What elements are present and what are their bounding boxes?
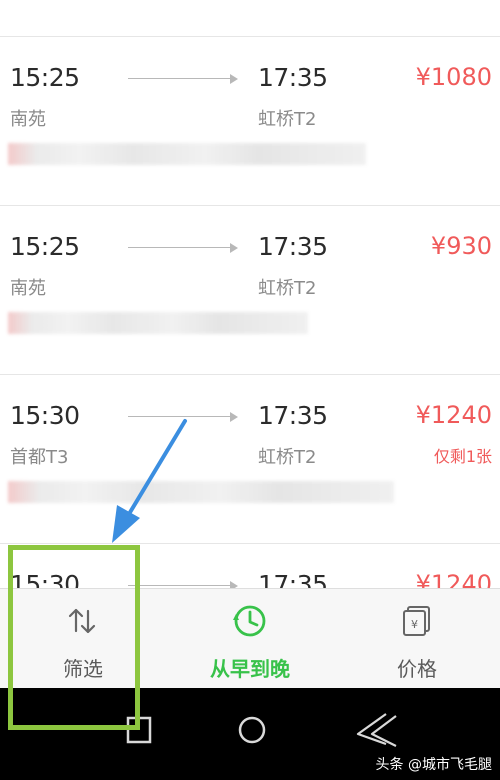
pointer-arrow [112, 419, 187, 543]
remaining-seats: 仅剩1张 [433, 447, 492, 466]
flight-list-screen: 15:25 17:35 ¥1080 南苑 虹桥T2 15:25 17:35 ¥9… [0, 0, 500, 780]
tab-price-label: 价格 [397, 657, 437, 681]
flight-card[interactable]: 15:25 17:35 ¥930 南苑 虹桥T2 [0, 206, 500, 375]
blurred-flight-info [8, 481, 394, 503]
flight-price: ¥1240 [415, 401, 492, 429]
arrive-time: 17:35 [258, 63, 328, 92]
arrive-time: 17:35 [258, 401, 328, 430]
yen-cards-icon: ¥ [403, 606, 430, 636]
depart-airport: 首都T3 [10, 447, 69, 468]
blurred-flight-info [8, 312, 308, 334]
tab-price[interactable]: ¥ 价格 [334, 589, 500, 689]
tab-sort-time[interactable]: 从早到晚 [167, 589, 333, 689]
depart-time: 15:30 [10, 401, 80, 430]
arrive-airport: 虹桥T2 [258, 278, 317, 299]
depart-airport: 南苑 [10, 109, 46, 130]
flight-price: ¥1080 [415, 63, 492, 91]
arrive-time: 17:35 [258, 232, 328, 261]
svg-text:¥: ¥ [411, 618, 418, 631]
highlight-box [8, 545, 140, 730]
tab-sort-time-label: 从早到晚 [210, 657, 290, 681]
blurred-flight-info [8, 143, 366, 165]
home-icon[interactable] [236, 714, 268, 746]
previous-card-edge [0, 0, 500, 37]
flight-card[interactable]: 15:25 17:35 ¥1080 南苑 虹桥T2 [0, 37, 500, 206]
flight-card[interactable]: 15:30 17:35 ¥1240 首都T3 虹桥T2 仅剩1张 [0, 375, 500, 544]
depart-time: 15:25 [10, 232, 80, 261]
arrive-airport: 虹桥T2 [258, 447, 317, 468]
route-arrow [128, 240, 238, 254]
clock-icon [233, 605, 266, 637]
route-arrow [128, 71, 238, 85]
back-icon[interactable] [352, 710, 406, 750]
depart-time: 15:25 [10, 63, 80, 92]
flight-price: ¥930 [430, 232, 492, 260]
arrive-airport: 虹桥T2 [258, 109, 317, 130]
depart-airport: 南苑 [10, 278, 46, 299]
watermark: 头条 @城市飞毛腿 [375, 757, 492, 773]
